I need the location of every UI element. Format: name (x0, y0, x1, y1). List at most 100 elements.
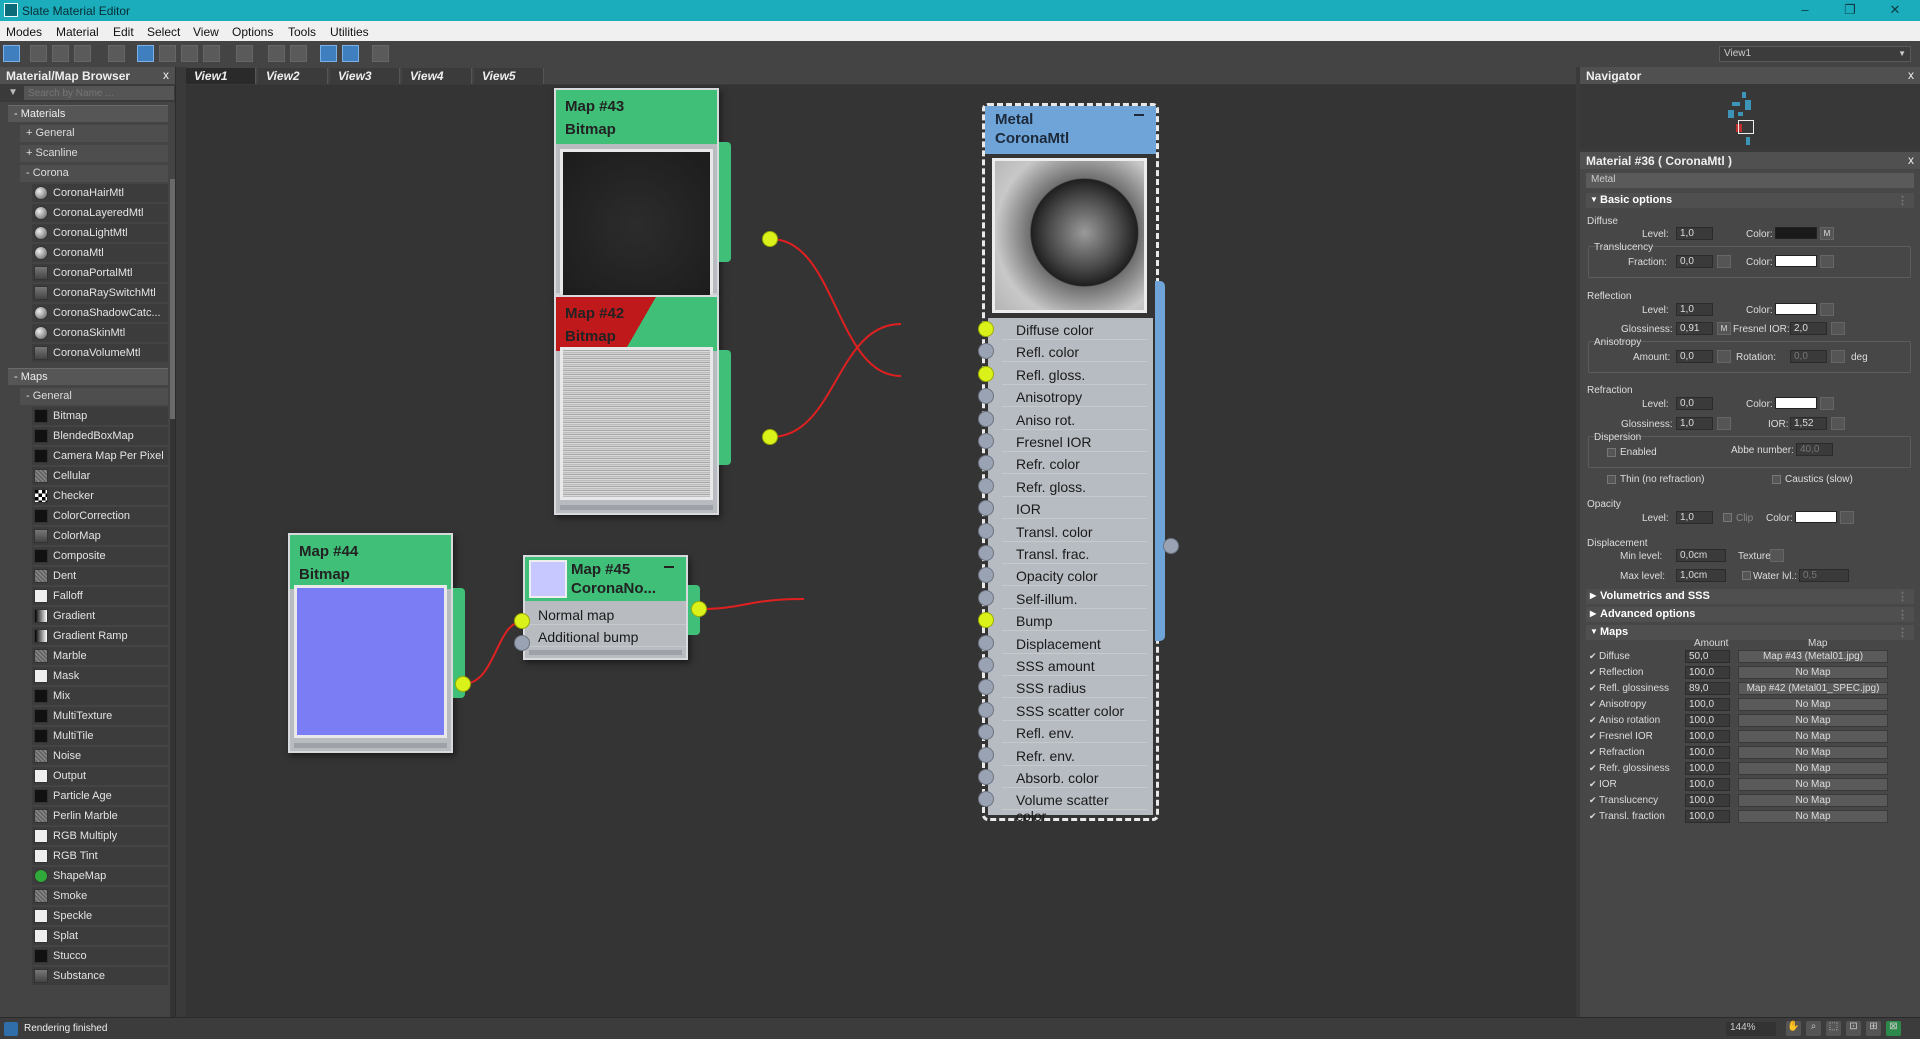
map-amount-spinner[interactable]: 100,0 (1685, 714, 1730, 727)
hide-unused-icon[interactable] (159, 45, 176, 62)
metal-slot-refl-gloss[interactable]: Refl. gloss. (1002, 363, 1147, 385)
metal-slot-socket[interactable] (978, 769, 994, 785)
reflection-color-swatch[interactable] (1775, 303, 1817, 315)
abbe-number-spinner[interactable]: 40,0 (1796, 443, 1833, 456)
dispersion-enabled-checkbox[interactable] (1607, 448, 1616, 457)
map-slot-button[interactable]: No Map (1738, 794, 1888, 807)
map-enabled-checkbox[interactable]: ✔ (1589, 811, 1597, 822)
browser-item-coronamtl[interactable]: CoronaMtl (32, 244, 168, 262)
browser-scrollbar[interactable] (170, 179, 175, 1017)
reflection-color-map-button[interactable] (1820, 303, 1834, 316)
restore-button[interactable]: ❐ (1835, 2, 1865, 19)
anisotropy-amount-spinner[interactable]: 0,0 (1676, 350, 1713, 363)
opacity-level-spinner[interactable]: 1,0 (1676, 511, 1713, 524)
metal-slot-sss-radius[interactable]: SSS radius (1002, 676, 1147, 699)
map-amount-spinner[interactable]: 100,0 (1685, 810, 1730, 823)
map-slot-button[interactable]: No Map (1738, 746, 1888, 759)
metal-slot-opacity-color[interactable]: Opacity color (1002, 564, 1147, 587)
translucency-color-map-button[interactable] (1820, 255, 1834, 268)
metal-slot-socket[interactable] (978, 724, 994, 741)
node-map43[interactable]: Map #43 Bitmap (554, 88, 719, 302)
metal-slot-socket[interactable] (978, 589, 994, 606)
map-slot-button[interactable]: No Map (1738, 730, 1888, 743)
select-tool-icon[interactable] (3, 45, 20, 62)
metal-slot-volume-scatter-color[interactable]: Volume scatter color (1002, 788, 1147, 824)
translucency-fraction-spinner[interactable]: 0,0 (1676, 255, 1713, 268)
tab-view1[interactable]: View1 (186, 68, 256, 84)
zoom-icon[interactable]: ⌕ (1806, 1021, 1821, 1036)
delete-icon[interactable] (108, 45, 125, 62)
metal-slot-aniso-rot[interactable]: Aniso rot. (1002, 408, 1147, 430)
metal-slot-socket[interactable] (978, 657, 994, 673)
reflection-level-spinner[interactable]: 1,0 (1676, 303, 1713, 316)
map-amount-spinner[interactable]: 100,0 (1685, 778, 1730, 791)
translucency-color-swatch[interactable] (1775, 255, 1817, 267)
group-materials[interactable]: - Materials (8, 105, 168, 122)
background-icon[interactable] (203, 45, 220, 62)
section-volumetrics[interactable]: ▶ Volumetrics and SSS ⋮ (1586, 589, 1914, 604)
browser-close-icon[interactable]: x (163, 68, 169, 82)
browser-item-rgb-tint[interactable]: RGB Tint (32, 847, 168, 865)
menu-utilities[interactable]: Utilities (330, 25, 369, 39)
reflection-gloss-spinner[interactable]: 0,91 (1676, 322, 1713, 335)
metal-slot-socket[interactable] (978, 343, 994, 360)
map-slot-button[interactable]: No Map (1738, 714, 1888, 727)
map-enabled-checkbox[interactable]: ✔ (1589, 763, 1597, 774)
map45-output-socket[interactable] (691, 601, 707, 617)
map42-output-socket[interactable] (762, 429, 778, 445)
browser-item-bitmap[interactable]: Bitmap (32, 407, 168, 425)
zoom-dropdown[interactable]: 144% (1726, 1022, 1776, 1036)
browser-item-coronaportalmtl[interactable]: CoronaPortalMtl (32, 264, 168, 282)
refraction-color-swatch[interactable] (1775, 397, 1817, 409)
browser-item-stucco[interactable]: Stucco (32, 947, 168, 965)
browser-item-smoke[interactable]: Smoke (32, 887, 168, 905)
map45-slot-normal[interactable]: Normal map (525, 603, 686, 625)
navigator-close-icon[interactable]: x (1908, 68, 1914, 82)
map-slot-button[interactable]: No Map (1738, 762, 1888, 775)
inspector-close-icon[interactable]: x (1908, 153, 1914, 167)
map-amount-spinner[interactable]: 50,0 (1685, 650, 1730, 663)
metal-slot-anisotropy[interactable]: Anisotropy (1002, 385, 1147, 408)
browser-item-coronavolumemtl[interactable]: CoronaVolumeMtl (32, 344, 168, 362)
material-browser-icon[interactable] (320, 45, 337, 62)
metal-slot-socket[interactable] (978, 321, 994, 337)
metal-slot-socket[interactable] (978, 791, 994, 808)
tab-view3[interactable]: View3 (330, 68, 400, 84)
ior-map-button[interactable] (1831, 417, 1845, 430)
browser-item-rgb-multiply[interactable]: RGB Multiply (32, 827, 168, 845)
node-map44[interactable]: Map #44 Bitmap (288, 533, 453, 753)
map-enabled-checkbox[interactable]: ✔ (1589, 667, 1597, 678)
section-maps[interactable]: ▼ Maps ⋮ (1586, 625, 1914, 640)
metal-slot-socket[interactable] (978, 746, 994, 763)
tab-view2[interactable]: View2 (258, 68, 328, 84)
browser-item-blendedboxmap[interactable]: BlendedBoxMap (32, 427, 168, 445)
browser-item-colormap[interactable]: ColorMap (32, 527, 168, 545)
metal-slot-socket[interactable] (978, 634, 994, 651)
metal-slot-refr-env[interactable]: Refr. env. (1002, 744, 1147, 766)
map-slot-button[interactable]: Map #42 (Metal01_SPEC.jpg) (1738, 682, 1888, 695)
refraction-color-map-button[interactable] (1820, 397, 1834, 410)
metal-slot-socket[interactable] (978, 455, 994, 472)
collapse-icon[interactable] (664, 566, 674, 568)
metal-slot-socket[interactable] (978, 567, 994, 584)
map43-output-socket[interactable] (762, 231, 778, 247)
tab-view5[interactable]: View5 (474, 68, 544, 84)
browser-item-cellular[interactable]: Cellular (32, 467, 168, 485)
browser-item-colorcorrection[interactable]: ColorCorrection (32, 507, 168, 525)
browser-item-dent[interactable]: Dent (32, 567, 168, 585)
zoom-all-icon[interactable]: ⊠ (1886, 1021, 1901, 1036)
browser-item-coronarayswitchmtl[interactable]: CoronaRaySwitchMtl (32, 284, 168, 302)
reflection-gloss-map-button[interactable]: M (1717, 322, 1731, 335)
map-amount-spinner[interactable]: 100,0 (1685, 746, 1730, 759)
drag-handle-icon[interactable]: ⋮ (1897, 608, 1908, 621)
browser-item-particle-age[interactable]: Particle Age (32, 787, 168, 805)
map-enabled-checkbox[interactable]: ✔ (1589, 651, 1597, 662)
map45-slot-additional-bump[interactable]: Additional bump (525, 625, 686, 647)
browser-item-marble[interactable]: Marble (32, 647, 168, 665)
metal-slot-socket[interactable] (978, 679, 994, 696)
metal-slot-transl-color[interactable]: Transl. color (1002, 520, 1147, 542)
translucency-fraction-map-button[interactable] (1717, 255, 1731, 268)
map-slot-button[interactable]: No Map (1738, 778, 1888, 791)
thin-checkbox[interactable] (1607, 475, 1616, 484)
browser-item-composite[interactable]: Composite (32, 547, 168, 565)
